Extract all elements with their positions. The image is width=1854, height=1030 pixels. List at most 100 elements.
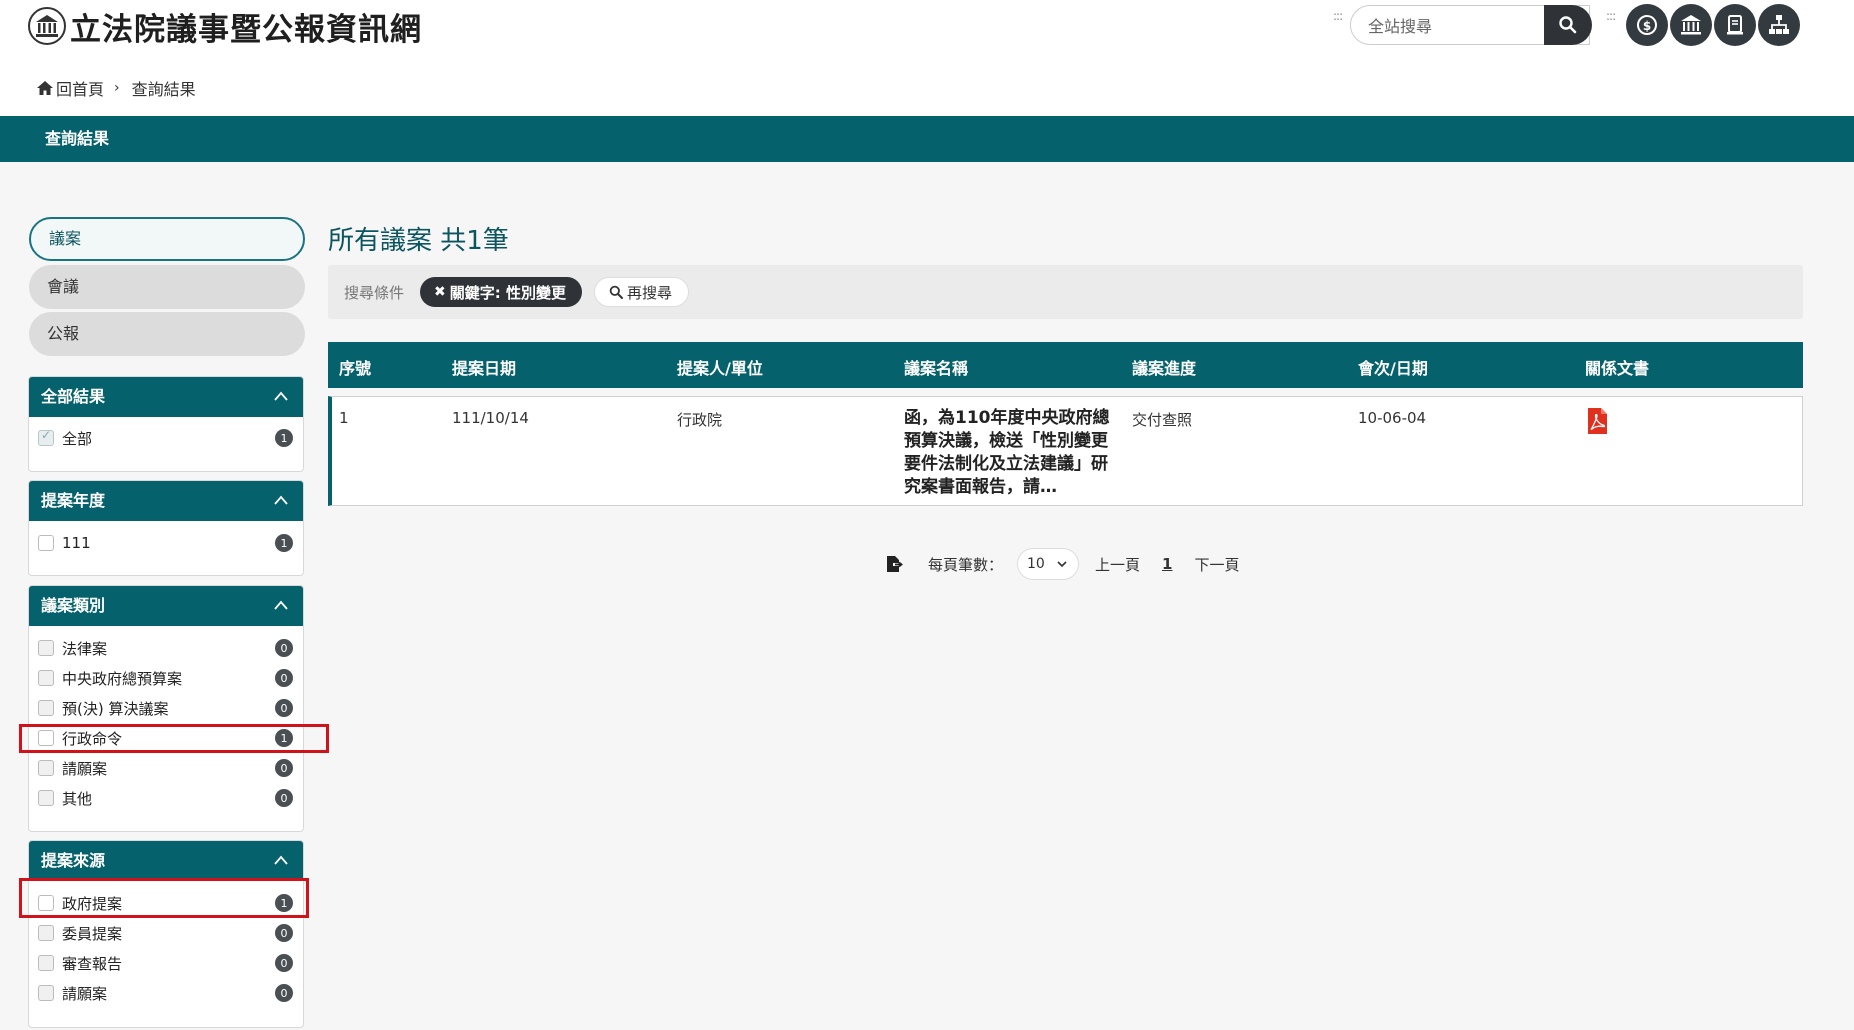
column-header: 提案人/單位 [677,359,763,378]
filter-panel-title: 提案來源 [41,851,106,870]
filter-option[interactable]: 委員提案 0 [29,918,303,948]
legislative-yuan-emblem-icon [28,7,66,45]
filter-option-label: 委員提案 [62,924,123,943]
filter-option[interactable]: 審查報告 0 [29,948,303,978]
next-page-link[interactable]: 下一頁 [1194,554,1239,575]
filter-panel-all: 全部結果 全部 1 [28,376,304,472]
filter-panel-category: 議案類別 法律案 0 中央政府總預算案 0 預(決) 算決議案 0 行政命令 1… [28,585,304,832]
checkbox[interactable] [38,955,54,971]
chevron-up-icon [274,855,288,865]
accesskey-search-icon: ::: [1333,9,1343,23]
prev-page-link[interactable]: 上一頁 [1095,554,1140,575]
page-banner-title: 查詢結果 [45,129,110,148]
filter-option-label: 全部 [62,429,93,448]
table-header: 序號 提案日期 提案人/單位 議案名稱 議案進度 會次/日期 關係文書 [328,342,1803,388]
site-logo[interactable]: 立法院議事暨公報資訊網 [28,4,422,48]
filter-panel-source: 提案來源 政府提案 1 委員提案 0 審查報告 0 請願案 0 [28,840,304,1028]
pdf-file-icon[interactable] [1586,407,1608,435]
column-header: 關係文書 [1585,359,1650,378]
highlight-box [19,878,309,918]
chevron-up-icon [274,391,288,401]
checkbox[interactable] [38,670,54,686]
checkbox[interactable] [38,535,54,551]
per-page-label: 每頁筆數： [928,555,1004,574]
checkbox[interactable] [38,985,54,1001]
svg-text:$: $ [1643,19,1651,33]
filter-panel-title: 提案年度 [41,491,106,510]
cell-proposer: 行政院 [677,411,723,429]
tab-bills-label: 議案 [49,229,82,248]
filter-option[interactable]: 請願案 0 [29,978,303,1008]
column-header: 議案進度 [1132,359,1197,378]
count-badge: 0 [275,759,293,777]
column-header: 議案名稱 [904,359,969,378]
chevron-up-icon [274,495,288,505]
tab-gazette-label: 公報 [47,324,80,343]
filter-option[interactable]: 請願案 0 [29,753,303,783]
count-badge: 0 [275,699,293,717]
filter-option[interactable]: 全部 1 [29,423,303,453]
search-icon [1559,16,1577,34]
sitemap-button[interactable] [1758,4,1800,46]
search-conditions: 搜尋條件 ✖ 關鍵字: 性別變更 再搜尋 [328,265,1803,319]
export-icon[interactable] [884,554,904,574]
chevron-right-icon: › [114,80,120,96]
accesskey-tools-icon: ::: [1606,9,1616,23]
count-badge: 0 [275,669,293,687]
filter-option[interactable]: 預(決) 算決議案 0 [29,693,303,723]
page-banner: 查詢結果 [0,116,1854,162]
filter-option[interactable]: 111 1 [29,528,303,558]
filter-option-label: 請願案 [62,984,108,1003]
filter-option-label: 審查報告 [62,954,123,973]
keyword-filter-chip[interactable]: ✖ 關鍵字: 性別變更 [420,277,582,307]
checkbox[interactable] [38,428,54,446]
column-header: 提案日期 [452,359,517,378]
filter-option[interactable]: 中央政府總預算案 0 [29,663,303,693]
search-button[interactable] [1544,5,1592,45]
budget-button[interactable]: $ [1626,4,1668,46]
cell-session: 10-06-04 [1358,409,1427,427]
tab-meetings[interactable]: 會議 [29,265,305,309]
remove-icon[interactable]: ✖ [434,284,446,300]
tab-gazette[interactable]: 公報 [29,312,305,356]
filter-panel-header[interactable]: 全部結果 [29,377,303,417]
count-badge: 1 [275,429,293,447]
count-badge: 0 [275,954,293,972]
tab-bills[interactable]: 議案 [29,217,305,261]
count-badge: 0 [275,924,293,942]
results-title: 所有議案 共1筆 [328,226,509,256]
checkbox[interactable] [38,700,54,716]
count-badge: 0 [275,984,293,1002]
count-badge: 0 [275,789,293,807]
filter-panel-header[interactable]: 議案類別 [29,586,303,626]
checkbox[interactable] [38,760,54,776]
checkbox[interactable] [38,640,54,656]
filter-panel-header[interactable]: 提案來源 [29,841,303,881]
cell-progress: 交付查照 [1132,411,1193,429]
filter-panel-title: 議案類別 [41,596,106,615]
column-header: 會次/日期 [1358,359,1428,378]
filter-option-label: 預(決) 算決議案 [62,699,169,718]
legislature-button[interactable] [1670,4,1712,46]
cell-no: 1 [339,409,349,427]
per-page-select[interactable]: 10 [1017,548,1080,580]
filter-option[interactable]: 其他 0 [29,783,303,813]
gazette-button[interactable] [1714,4,1756,46]
coin-icon: $ [1637,15,1657,35]
research-button[interactable]: 再搜尋 [594,277,690,307]
filter-option[interactable]: 法律案 0 [29,633,303,663]
document-icon [1727,15,1743,35]
home-icon [37,81,53,95]
breadcrumb-current: 查詢結果 [131,80,196,99]
checkbox[interactable] [38,925,54,941]
filter-panel-header[interactable]: 提案年度 [29,481,303,521]
checkbox[interactable] [38,790,54,806]
breadcrumb: 回首頁 › 查詢結果 [36,76,196,100]
breadcrumb-home-link[interactable]: 回首頁 [56,76,104,100]
table-row[interactable]: 1 111/10/14 行政院 函，為110年度中央政府總預算決議，檢送「性別變… [328,396,1803,506]
current-page[interactable]: 1 [1162,555,1172,573]
bill-name-link[interactable]: 函，為110年度中央政府總預算決議，檢送「性別變更要件法制化及立法建議」研究案書… [904,407,1119,499]
search-placeholder: 全站搜尋 [1368,17,1433,36]
filter-option-label: 請願案 [62,759,108,778]
filter-option-label: 其他 [62,789,93,808]
